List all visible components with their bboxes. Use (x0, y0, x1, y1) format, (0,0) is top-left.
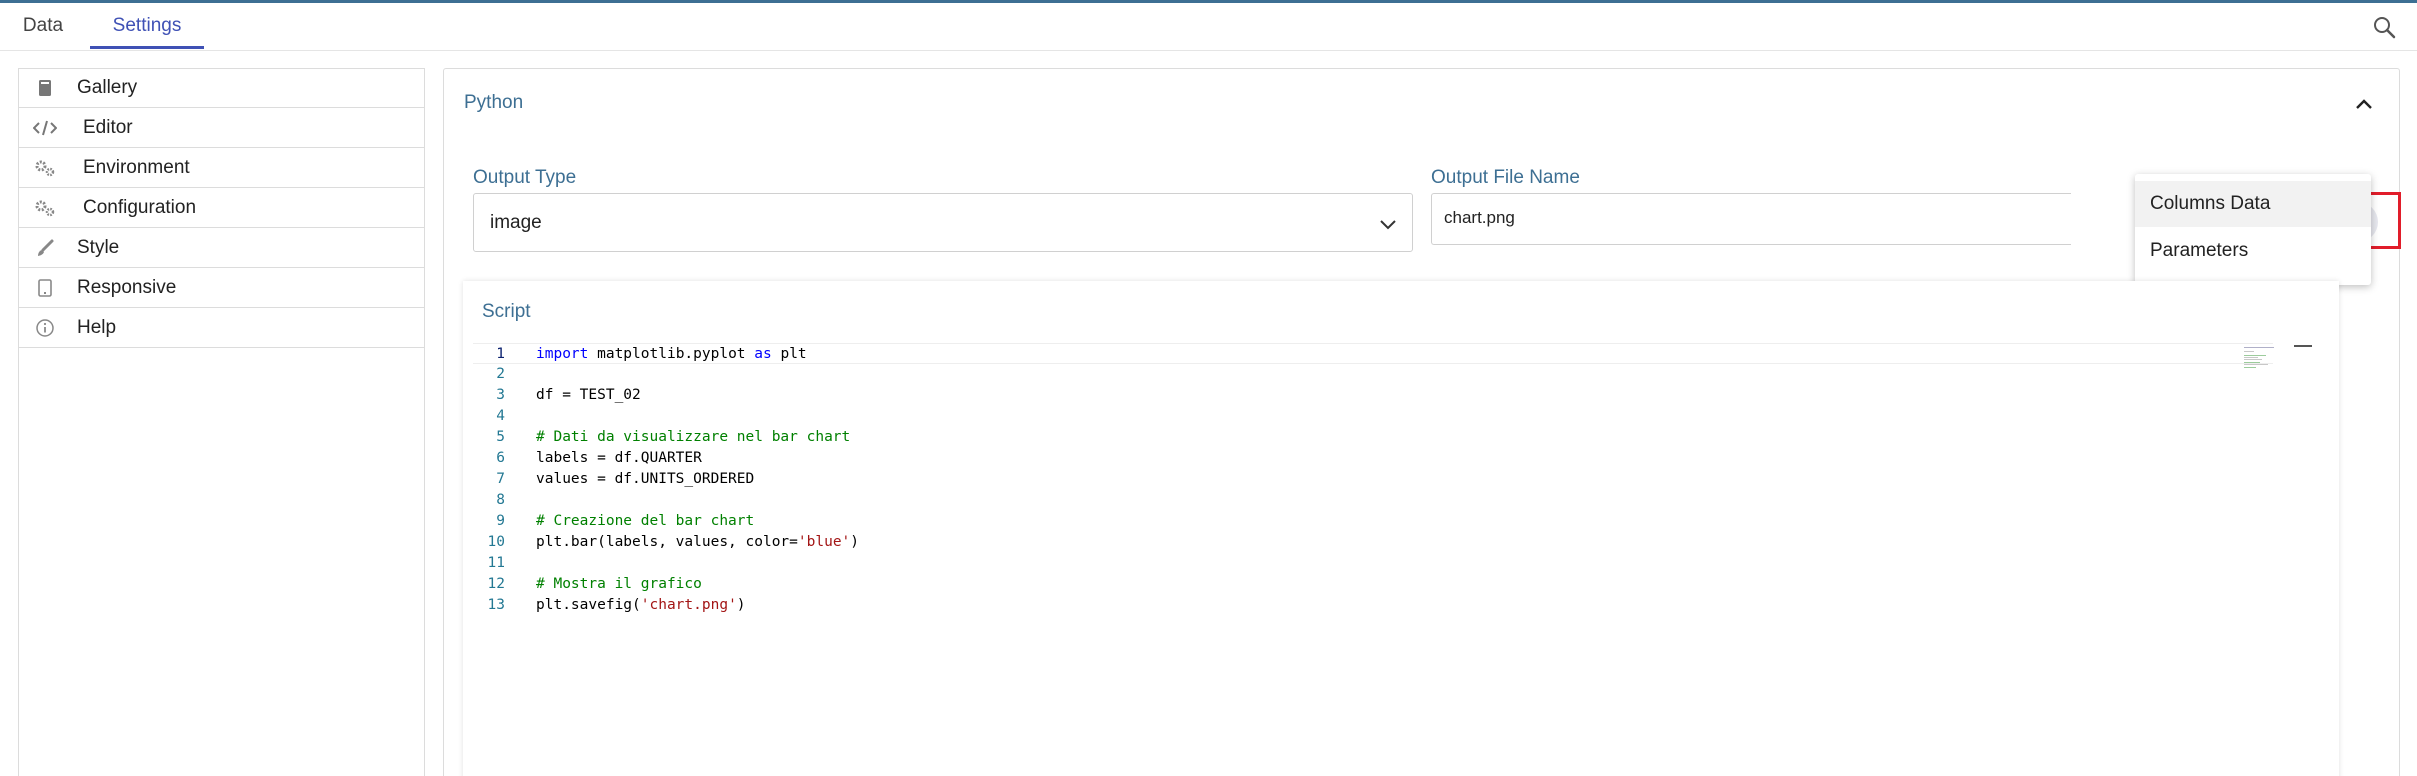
sidebar-item-label: Environment (83, 156, 190, 178)
output-type-select[interactable]: image (473, 193, 1413, 252)
code-line: 10 plt.bar(labels, values, color='blue') (487, 534, 860, 550)
editor-scrollbar[interactable] (2294, 345, 2312, 347)
code-line: 6 labels = df.QUARTER (496, 450, 702, 466)
output-file-field[interactable] (1431, 193, 2071, 245)
script-title: Script (482, 301, 531, 322)
gears-icon (33, 196, 57, 220)
gears-icon (33, 156, 57, 180)
code-icon (33, 116, 57, 140)
sidebar-item-responsive[interactable]: Responsive (19, 268, 424, 308)
output-file-input[interactable] (1444, 208, 2004, 228)
code-line: 1 import matplotlib.pyplot as plt (473, 343, 2273, 364)
python-panel: Python Output Type image Output File Nam… (443, 68, 2401, 776)
info-icon (33, 316, 57, 340)
sidebar-item-label: Responsive (77, 276, 177, 298)
brush-icon (33, 236, 57, 260)
menu-item-columns-data[interactable]: Columns Data (2135, 181, 2371, 227)
book-icon (33, 76, 57, 100)
sidebar-item-gallery[interactable]: Gallery (19, 68, 424, 108)
tab-bar: Data Settings (0, 3, 2417, 51)
code-editor[interactable]: 1 import matplotlib.pyplot as plt 2 3 df =… (473, 343, 2293, 776)
tab-data[interactable]: Data (12, 3, 74, 49)
tab-settings[interactable]: Settings (90, 3, 204, 49)
sidebar-item-label: Help (77, 316, 117, 338)
code-line: 9 # Creazione del bar chart (496, 513, 755, 529)
panel-title: Python (464, 92, 524, 113)
code-line: 11 (487, 555, 505, 571)
sidebar-item-editor[interactable]: Editor (19, 108, 424, 148)
sidebar-item-configuration[interactable]: Configuration (19, 188, 424, 228)
sidebar-item-style[interactable]: Style (19, 228, 424, 268)
output-type-label: Output Type (473, 167, 577, 188)
sidebar-item-label: Configuration (83, 196, 197, 218)
output-file-label: Output File Name (1431, 167, 1580, 188)
code-line: 4 (496, 408, 505, 424)
code-minimap[interactable] (2244, 347, 2284, 369)
sidebar-item-label: Style (77, 236, 120, 258)
chevron-up-icon[interactable] (2352, 93, 2376, 117)
settings-sidebar: Gallery Editor Environment Configuration… (18, 68, 425, 776)
device-icon (33, 276, 57, 300)
code-line: 5 # Dati da visualizzare nel bar chart (496, 429, 851, 445)
search-icon[interactable] (2370, 13, 2400, 43)
options-menu: Columns Data Parameters (2135, 174, 2371, 285)
sidebar-item-environment[interactable]: Environment (19, 148, 424, 188)
code-line: 3 df = TEST_02 (496, 387, 641, 403)
menu-item-parameters[interactable]: Parameters (2135, 228, 2371, 274)
script-card: Script 1 import matplotlib.pyplot as plt … (463, 281, 2339, 776)
code-line: 13 plt.savefig('chart.png') (487, 597, 746, 613)
sidebar-item-label: Gallery (77, 77, 138, 98)
code-line: 2 (496, 366, 505, 382)
code-line: 7 values = df.UNITS_ORDERED (496, 471, 755, 487)
sidebar-item-label: Editor (83, 116, 133, 138)
output-type-value: image (490, 212, 542, 233)
code-line: 12 # Mostra il grafico (487, 576, 702, 592)
sidebar-item-help[interactable]: Help (19, 308, 424, 348)
code-line: 8 (496, 492, 505, 508)
chevron-down-icon (1378, 214, 1398, 234)
